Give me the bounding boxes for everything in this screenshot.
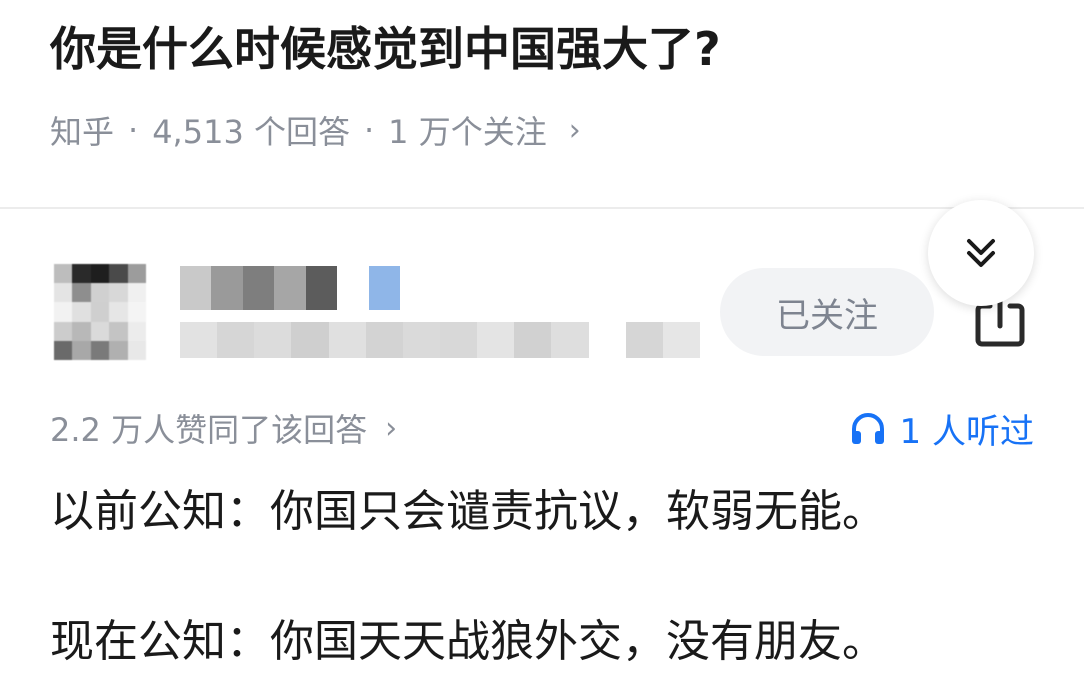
author-card: 已关注 xyxy=(0,250,1084,370)
meta-separator: · xyxy=(363,111,375,149)
listen-count[interactable]: 1 人听过 xyxy=(850,402,1034,454)
source-label: 知乎 xyxy=(50,113,115,151)
collapse-button[interactable] xyxy=(928,200,1034,306)
meta-separator: · xyxy=(128,111,139,149)
headphones-icon xyxy=(851,413,884,444)
follower-count: 1 万个关注 xyxy=(388,113,547,151)
author-headline xyxy=(180,322,700,358)
answer-paragraph: 现在公知：你国天天战狼外交，没有朋友。 xyxy=(50,616,886,667)
upvote-summary[interactable]: 2.2 万人赞同了该回答 › xyxy=(50,402,397,454)
listen-label: 1 人听过 xyxy=(899,411,1034,452)
divider xyxy=(0,207,1084,209)
author-name[interactable] xyxy=(180,266,400,310)
question-title[interactable]: 你是什么时候感觉到中国强大了? xyxy=(50,14,721,84)
question-meta[interactable]: 知乎 · 4,513 个回答 · 1 万个关注 › xyxy=(50,104,581,156)
double-chevron-down-icon xyxy=(967,239,995,267)
avatar[interactable] xyxy=(54,264,146,360)
chevron-right-icon: › xyxy=(385,410,398,446)
upvote-count: 2.2 万人赞同了该回答 xyxy=(50,411,368,449)
follow-button[interactable]: 已关注 xyxy=(720,268,934,356)
chevron-right-icon: › xyxy=(568,112,581,148)
answer-count: 4,513 个回答 xyxy=(152,113,350,151)
answer-paragraph: 以前公知：你国只会谴责抗议，软弱无能。 xyxy=(50,486,886,537)
